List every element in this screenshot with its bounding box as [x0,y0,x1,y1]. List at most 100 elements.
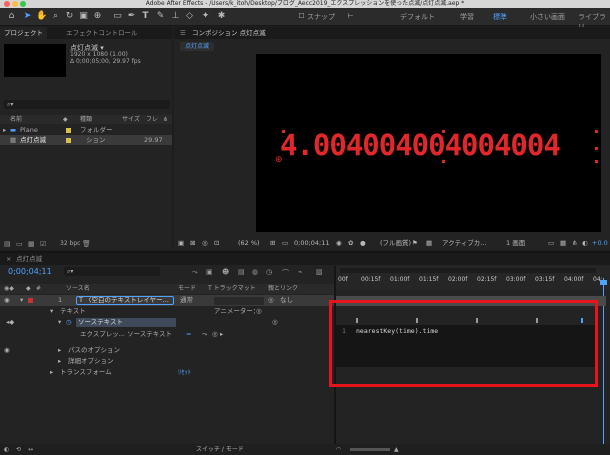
guides-icon[interactable]: ⊠ [190,237,195,250]
expand-arrow-icon[interactable]: ▸ [58,345,61,356]
snapshot-icon[interactable]: ◉ [336,237,342,250]
switches-modes-toggle[interactable]: スイッチ / モード [196,444,244,455]
workspace-small-screen[interactable]: 小さい画面 [530,12,565,22]
tab-composition[interactable]: コンポジション 点灯点滅 [188,27,270,39]
timeline-link-icon[interactable]: ▦ [560,237,566,250]
more-options-row[interactable]: ▸ 詳細オプション [0,356,334,367]
bounding-box-handle[interactable] [442,130,445,133]
transform-row[interactable]: ▸ トランスフォーム ﾘｾｯﾄ [0,367,334,378]
number-column[interactable]: # [36,284,41,294]
current-time-display[interactable]: 0;00;04;11 [294,237,330,250]
close-window-button[interactable] [4,1,10,7]
adjust-settings-icon[interactable]: ☑ [40,238,46,250]
av-features-icon[interactable]: ◉◆ [4,284,14,294]
roto-brush-tool-icon[interactable]: ✦ [200,11,211,22]
bounding-box-handle[interactable] [595,147,598,150]
animator-add-icon[interactable]: ◎ [256,306,262,317]
camera-dropdown[interactable]: アクティブカ... [442,237,486,250]
eraser-tool-icon[interactable]: ◇ [184,11,195,22]
brush-tool-icon[interactable]: ✎ [155,11,166,22]
workspace-learn[interactable]: 学習 [460,12,474,22]
grid-icon[interactable]: ⊞ [270,237,275,250]
playhead-handle[interactable] [600,280,607,285]
column-type[interactable]: 種類 [80,115,92,124]
composition-breadcrumb[interactable]: 点灯点滅 [180,42,215,51]
frame-blending-icon[interactable]: ▤ [238,268,245,276]
shy-layers-icon[interactable]: ☻ [222,268,229,276]
layer-row[interactable]: ◉ ▾ 1 T 〈空白のテキストレイヤー... 通常 ◎ なし [0,295,334,306]
column-size[interactable]: サイズ [122,115,140,124]
bounding-box-handle[interactable] [282,147,285,150]
transfer-controls-icon[interactable]: ⟲ [16,444,21,455]
zoom-dropdown[interactable]: (62 %) [238,237,260,250]
project-row-folder[interactable]: ▸ ▬ Plane フォルダー [0,125,172,135]
new-composition-icon[interactable]: ▦ [28,238,35,250]
exposure-icon[interactable]: ◐ [582,237,588,250]
layer-mode-dropdown[interactable]: 通常 [180,295,193,306]
toggle-mask-icon[interactable]: ◎ [202,237,208,250]
tab-effect-controls[interactable]: エフェクトコントロール [62,27,142,39]
label-icon[interactable]: ◆ [26,284,31,294]
column-name[interactable]: 名前 [10,115,22,124]
collapse-arrow-icon[interactable]: ▾ [20,295,23,306]
snap-options-icon[interactable]: ⊢ [345,11,356,22]
tab-project[interactable]: プロジェクト [0,27,47,39]
graph-editor-icon[interactable]: ◷ [266,268,272,276]
in-out-icon[interactable]: ↔ [28,444,33,455]
anchor-point-icon[interactable]: ⊕ [275,155,283,165]
expression-menu-icon[interactable]: ▸ [220,329,223,340]
graph-icon[interactable]: ▨ [316,268,323,276]
fast-preview-icon[interactable]: ⚑ [412,237,418,250]
pickwhip-icon[interactable]: ◎ [212,329,218,340]
workspace-standard[interactable]: 標準 [493,12,507,22]
flowchart-icon[interactable]: ⋔ [163,115,168,124]
column-parent[interactable]: 親とリンク [268,284,298,294]
expand-arrow-icon[interactable]: ▸ [58,356,61,367]
minimize-window-button[interactable] [12,1,18,7]
graph-icon[interactable]: ⤳ [202,329,207,340]
home-icon[interactable]: ⌂ [6,11,17,22]
pixel-aspect-icon[interactable]: ▭ [548,237,554,250]
pen-tool-icon[interactable]: ✒ [126,11,137,22]
bounding-box-handle[interactable] [595,160,598,163]
composition-text-layer[interactable]: 4.004004004004004 [280,128,561,162]
selection-tool-icon[interactable]: ➤ [22,11,33,22]
column-frame[interactable]: フレ [146,115,158,124]
stopwatch-icon[interactable]: ◷ [66,317,72,328]
tab-timeline[interactable]: 点灯点滅 [12,253,46,265]
expand-arrow-icon[interactable]: ▸ [3,125,6,135]
always-preview-icon[interactable]: ▣ [178,237,184,250]
rotate-tool-icon[interactable]: ↻ [64,11,75,22]
parent-dropdown[interactable]: なし [280,295,293,306]
show-channel-icon[interactable]: ✿ [348,237,353,250]
source-text-row[interactable]: ◂◆ ▾ ◷ ソーステキスト ◎ [0,317,334,328]
transparency-grid-icon[interactable]: ▦ [426,237,432,250]
eye-icon[interactable]: ◉ [4,295,10,306]
paperclip-icon[interactable]: ⌁ [298,268,302,276]
composition-viewer[interactable]: 4.004004004004004 ⊕ [256,54,601,232]
column-track-matte[interactable]: T トラックマット [208,284,256,294]
motion-blur-icon[interactable]: ◍ [252,268,258,276]
views-dropdown[interactable]: 1 画面 [506,237,525,250]
label-icon[interactable]: ◆ [63,115,68,124]
label-color-swatch[interactable] [28,298,33,303]
work-area-bar[interactable] [340,268,596,273]
exposure-value[interactable]: +0.0 [592,237,608,250]
bounding-box-handle[interactable] [282,130,285,133]
project-search-input[interactable]: ⌕▾ [4,100,170,109]
bounding-box-handle[interactable] [442,160,445,163]
source-text-label[interactable]: ソーステキスト [76,318,176,327]
hand-tool-icon[interactable]: ✋ [36,11,47,22]
collapse-arrow-icon[interactable]: ▾ [58,317,61,328]
zoom-in-icon[interactable]: ▲ [394,444,399,455]
zoom-slider[interactable] [350,448,390,451]
zoom-out-icon[interactable]: ◠ [336,444,341,455]
text-group-row[interactable]: ▾ テキスト アニメーター： ◎ [0,306,334,317]
source-text-icon[interactable]: ◎ [272,317,278,328]
clone-stamp-tool-icon[interactable]: ⊥ [170,11,181,22]
project-row-composition[interactable]: ▦ 点灯点滅 ション 29.97 [0,135,172,145]
interpret-footage-icon[interactable]: ▤ [4,238,11,250]
puppet-tool-icon[interactable]: ✱ [216,11,227,22]
curve-icon[interactable]: ⌒ [282,268,289,278]
expression-enable-toggle[interactable]: = [186,329,191,340]
